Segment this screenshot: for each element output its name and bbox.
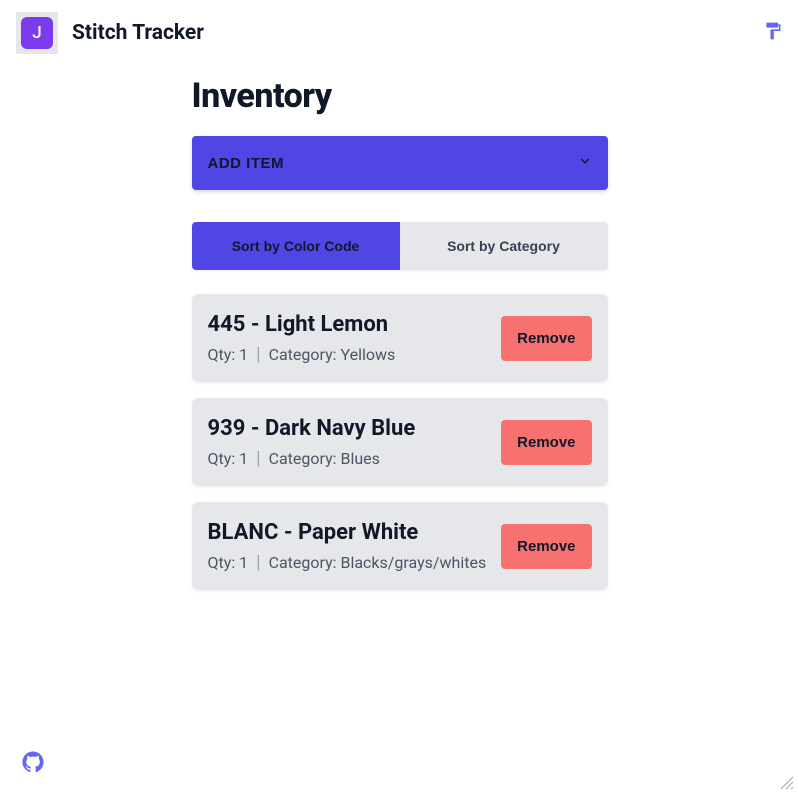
remove-label: Remove bbox=[517, 434, 575, 451]
item-title: BLANC - Paper White bbox=[208, 520, 490, 545]
remove-button[interactable]: Remove bbox=[501, 316, 591, 361]
header-left: J Stitch Tracker bbox=[16, 12, 204, 54]
item-category: Category: Blues bbox=[269, 449, 380, 468]
page-title: Inventory bbox=[192, 76, 608, 116]
sort-by-code-label: Sort by Color Code bbox=[232, 238, 360, 254]
sort-by-color-code-button[interactable]: Sort by Color Code bbox=[192, 222, 400, 270]
inventory-item-card: 939 - Dark Navy Blue Qty: 1 | Category: … bbox=[192, 398, 608, 486]
item-title: 445 - Light Lemon bbox=[208, 312, 490, 337]
main-content: Inventory ADD ITEM Sort by Color Code So… bbox=[192, 76, 608, 626]
avatar-letter: J bbox=[32, 23, 41, 43]
github-icon[interactable] bbox=[22, 751, 44, 777]
paint-roller-icon[interactable] bbox=[763, 21, 783, 45]
meta-divider: | bbox=[256, 346, 260, 364]
app-header: J Stitch Tracker bbox=[0, 0, 799, 66]
chevron-down-icon bbox=[578, 154, 592, 172]
item-qty: Qty: 1 bbox=[208, 553, 249, 572]
sort-by-category-label: Sort by Category bbox=[447, 238, 560, 254]
remove-button[interactable]: Remove bbox=[501, 420, 591, 465]
remove-label: Remove bbox=[517, 538, 575, 555]
item-title: 939 - Dark Navy Blue bbox=[208, 416, 490, 441]
item-info: 939 - Dark Navy Blue Qty: 1 | Category: … bbox=[208, 416, 490, 468]
add-item-label: ADD ITEM bbox=[208, 155, 285, 172]
remove-label: Remove bbox=[517, 330, 575, 347]
remove-button[interactable]: Remove bbox=[501, 524, 591, 569]
item-info: BLANC - Paper White Qty: 1 | Category: B… bbox=[208, 520, 490, 572]
item-category: Category: Blacks/grays/whites bbox=[269, 553, 487, 572]
avatar-container[interactable]: J bbox=[16, 12, 58, 54]
sort-by-category-button[interactable]: Sort by Category bbox=[400, 222, 608, 270]
add-item-button[interactable]: ADD ITEM bbox=[192, 136, 608, 190]
item-meta: Qty: 1 | Category: Blacks/grays/whites bbox=[208, 553, 490, 572]
resize-handle-icon[interactable] bbox=[779, 775, 795, 795]
meta-divider: | bbox=[256, 554, 260, 572]
item-qty: Qty: 1 bbox=[208, 449, 249, 468]
meta-divider: | bbox=[256, 450, 260, 468]
inventory-item-card: BLANC - Paper White Qty: 1 | Category: B… bbox=[192, 502, 608, 590]
item-meta: Qty: 1 | Category: Blues bbox=[208, 449, 490, 468]
avatar: J bbox=[21, 17, 53, 49]
item-info: 445 - Light Lemon Qty: 1 | Category: Yel… bbox=[208, 312, 490, 364]
sort-toggle-group: Sort by Color Code Sort by Category bbox=[192, 222, 608, 270]
inventory-item-card: 445 - Light Lemon Qty: 1 | Category: Yel… bbox=[192, 294, 608, 382]
item-qty: Qty: 1 bbox=[208, 345, 249, 364]
item-meta: Qty: 1 | Category: Yellows bbox=[208, 345, 490, 364]
item-category: Category: Yellows bbox=[269, 345, 396, 364]
app-title: Stitch Tracker bbox=[72, 21, 204, 45]
